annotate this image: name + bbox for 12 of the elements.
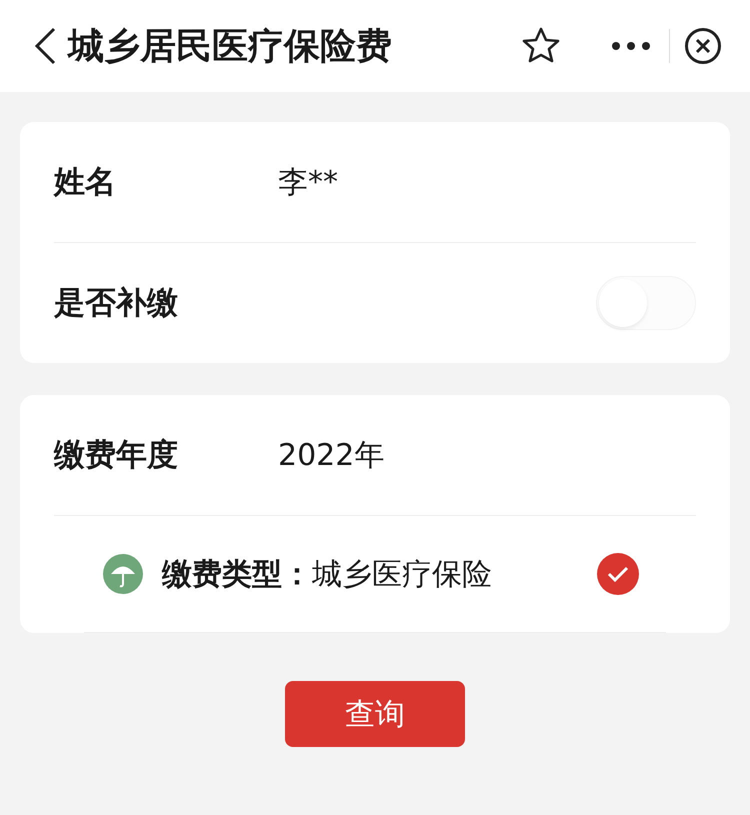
- payment-type-text: 缴费类型：城乡医疗保险: [162, 556, 493, 594]
- field-value: 李**: [278, 164, 338, 202]
- umbrella-icon: [102, 553, 144, 595]
- more-icon[interactable]: [611, 40, 651, 52]
- field-label: 缴费年度: [54, 436, 179, 475]
- field-label: 是否补缴: [54, 284, 179, 323]
- query-button[interactable]: 查询: [285, 681, 465, 747]
- check-icon[interactable]: [596, 552, 640, 596]
- field-value: 2022年: [278, 436, 384, 474]
- close-icon[interactable]: [684, 27, 722, 65]
- field-label: 姓名: [54, 163, 117, 202]
- page-title: 城乡居民医疗保险费: [68, 24, 393, 68]
